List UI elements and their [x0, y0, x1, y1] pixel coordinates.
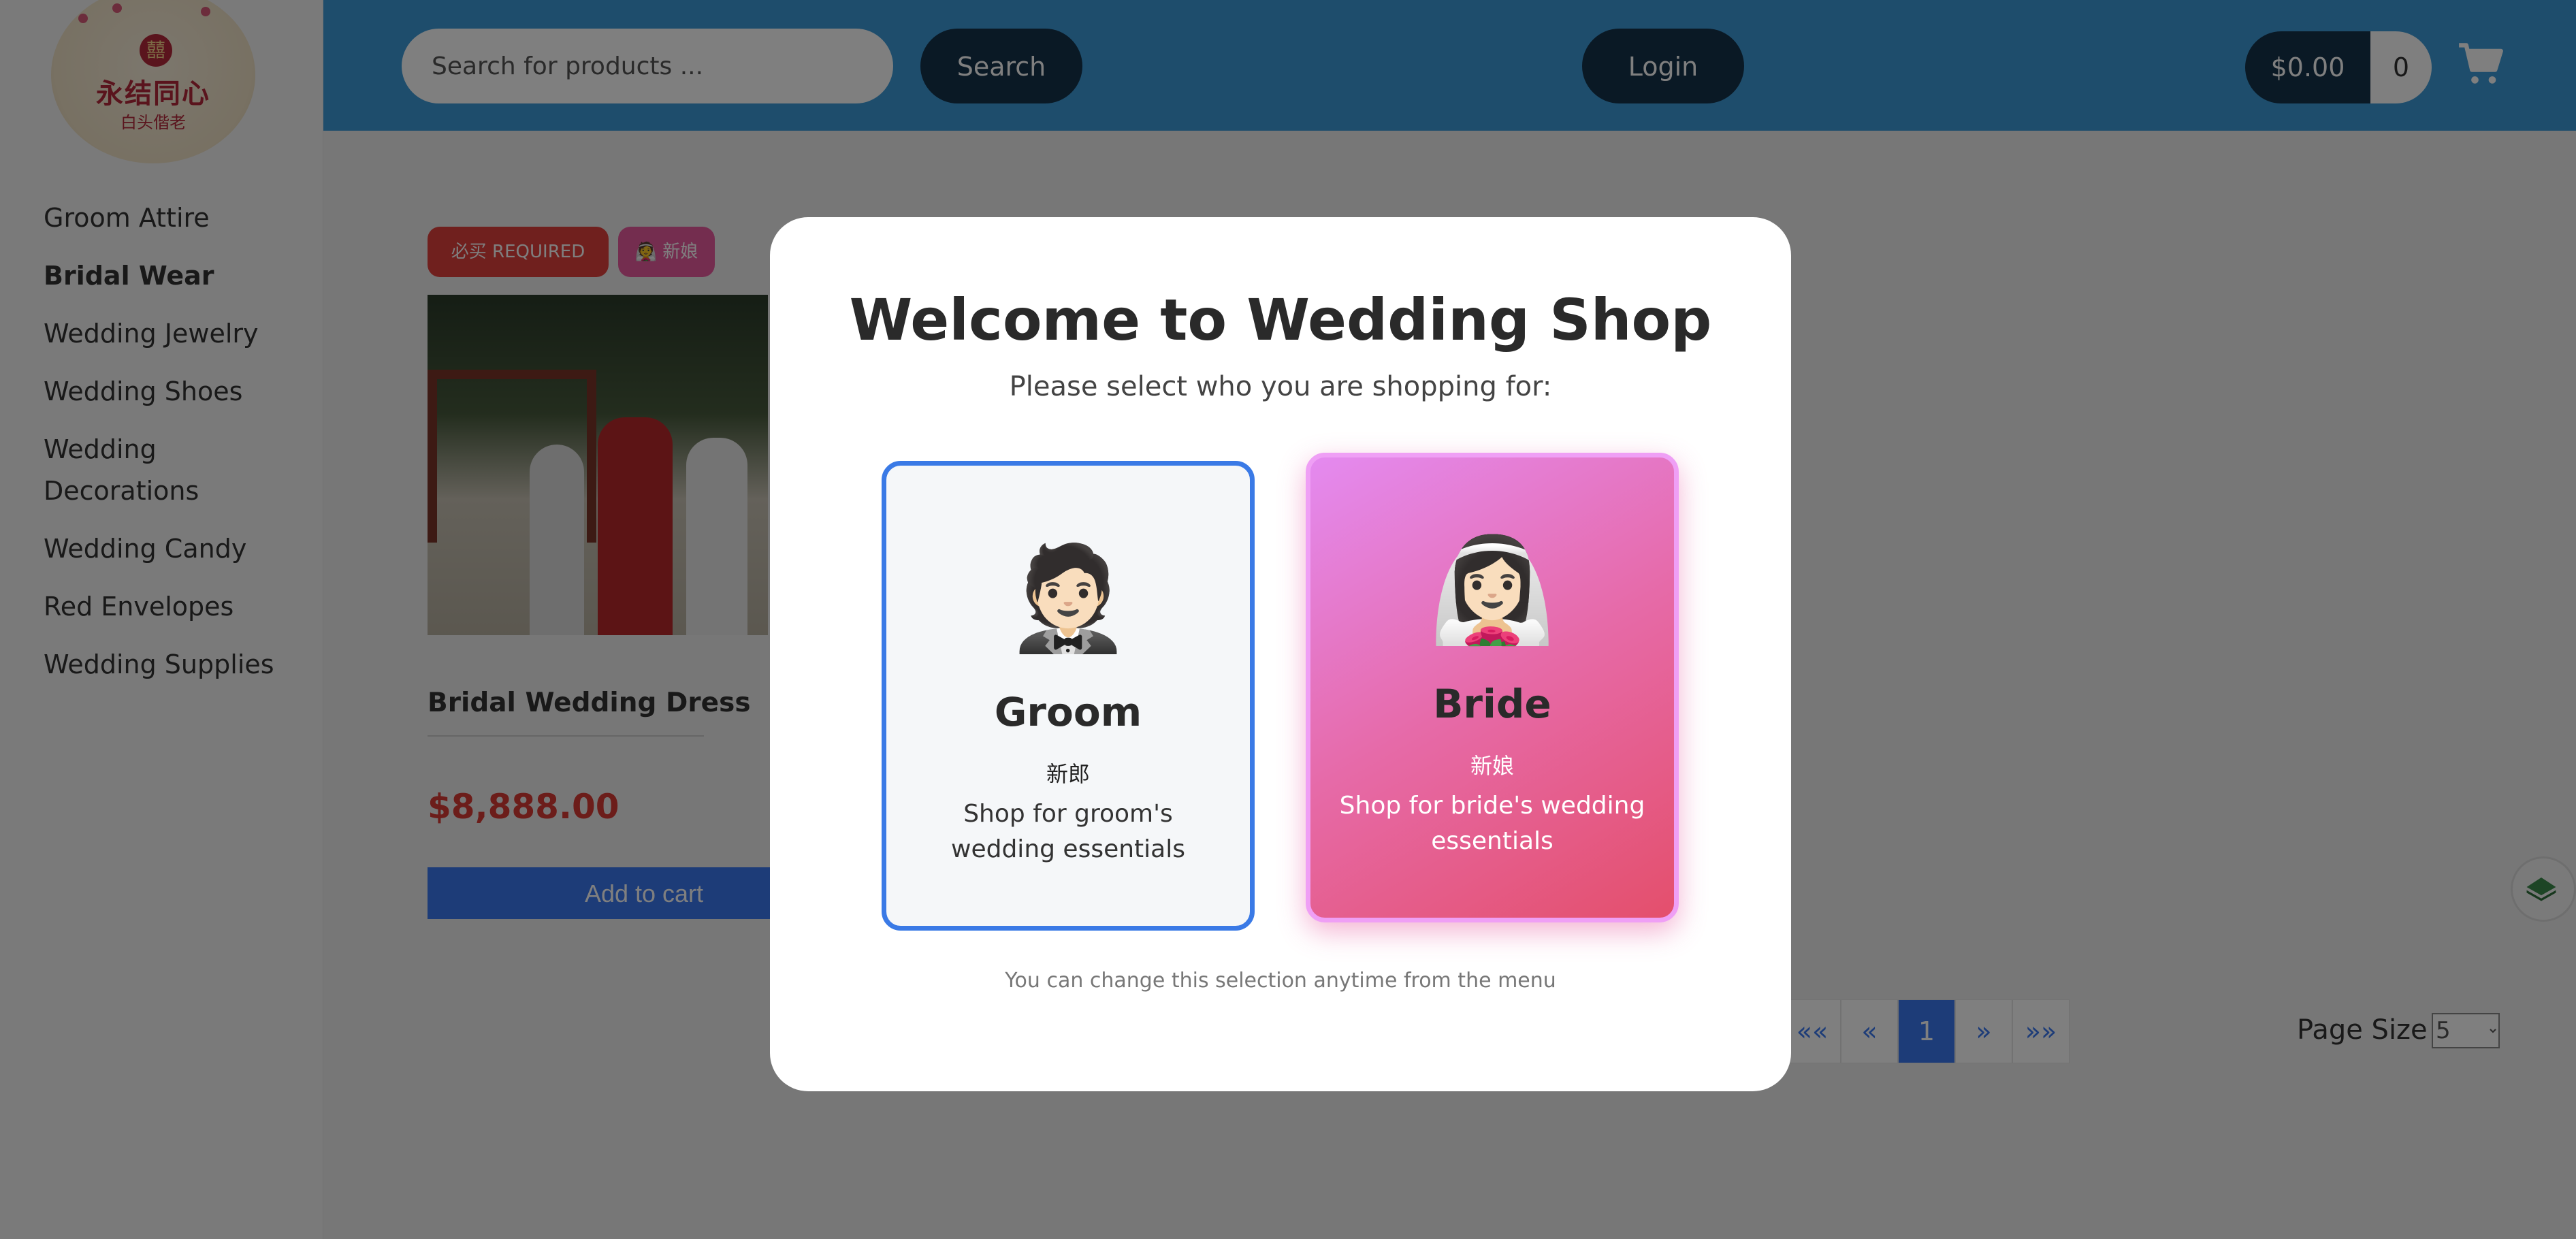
groom-label: Groom [994, 689, 1142, 735]
modal-title: Welcome to Wedding Shop [849, 287, 1712, 353]
modal-footnote: You can change this selection anytime fr… [1005, 969, 1556, 993]
bride-label: Bride [1433, 681, 1551, 727]
groom-description: Shop for groom's wedding essentials [951, 800, 1185, 863]
modal-subtitle: Please select who you are shopping for: [1009, 371, 1552, 402]
groom-icon: 🤵🏻 [1004, 539, 1132, 658]
shopper-selection-modal: Welcome to Wedding Shop Please select wh… [770, 217, 1791, 1091]
bride-icon: 👰🏻‍♀️ [1428, 531, 1556, 649]
bride-option-card[interactable]: 👰🏻‍♀️ Bride 新娘 Shop for bride's wedding … [1306, 453, 1679, 922]
bride-chinese-label: 新娘 [1470, 753, 1514, 779]
groom-chinese-label: 新郎 [1046, 761, 1090, 787]
bride-description: Shop for bride's wedding essentials [1339, 792, 1645, 855]
groom-option-card[interactable]: 🤵🏻 Groom 新郎 Shop for groom's wedding ess… [882, 461, 1255, 931]
